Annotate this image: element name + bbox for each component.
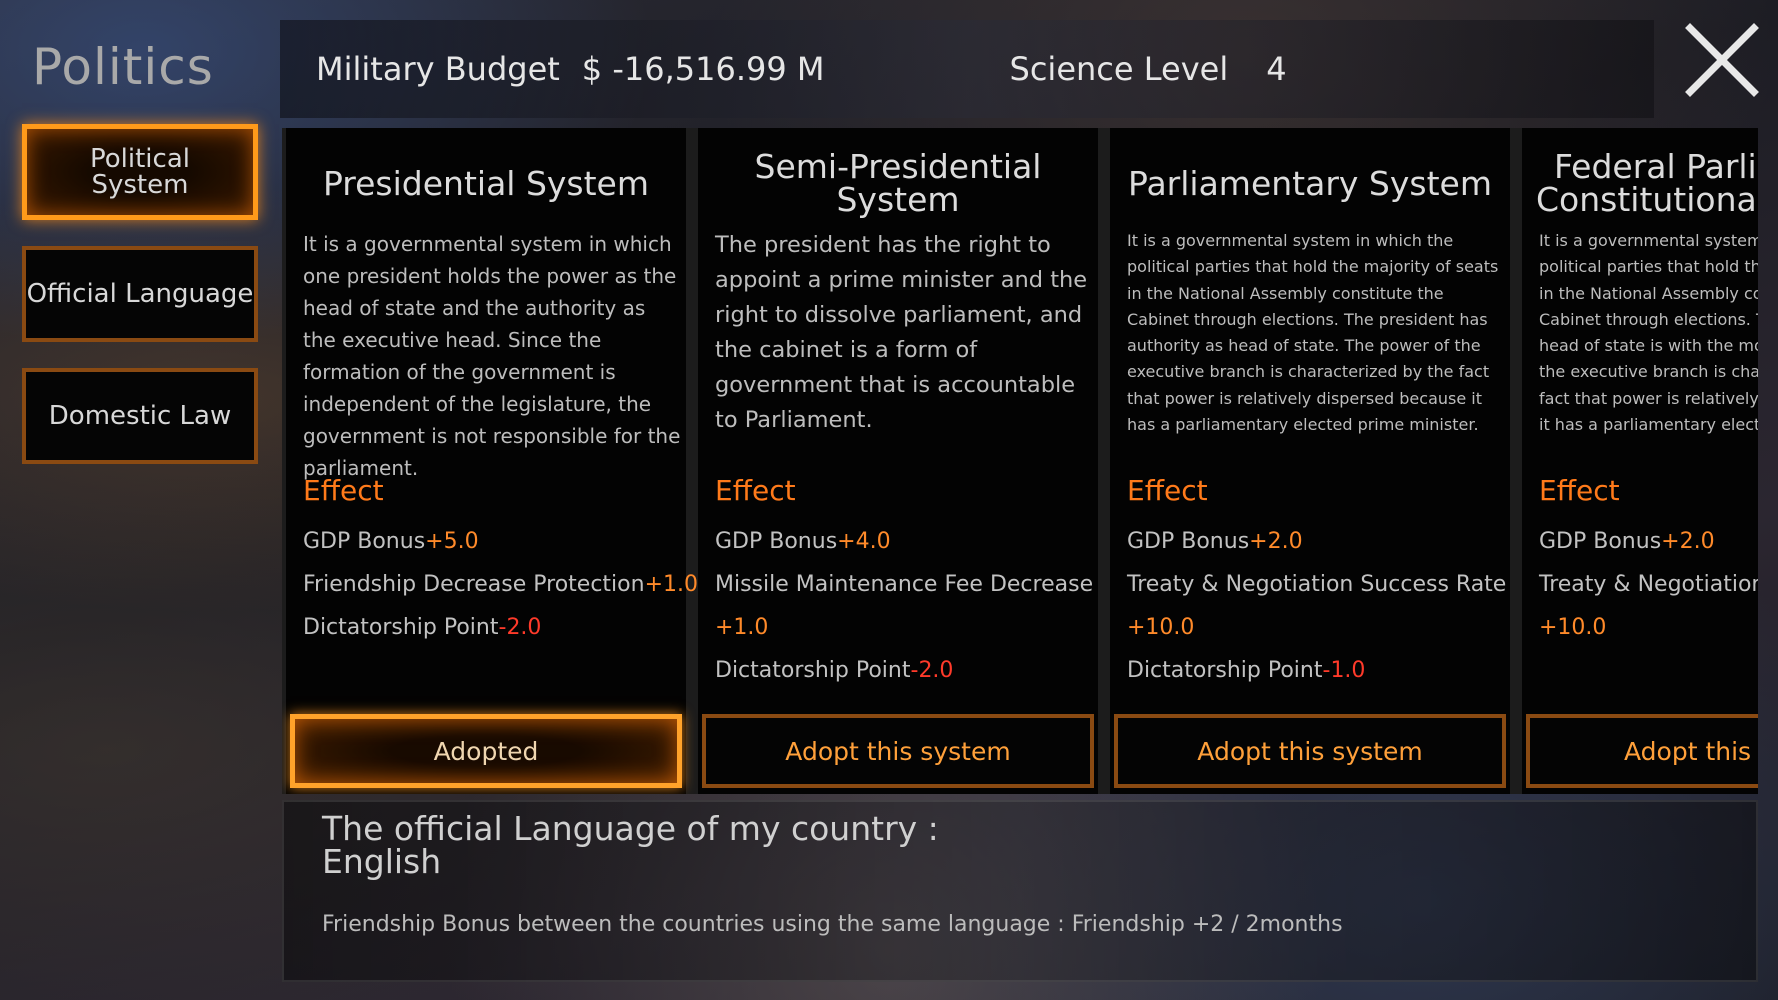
effect-line: GDP Bonus+2.0 (1127, 529, 1303, 554)
effect-list: GDP Bonus+4.0 Missile Maintenance Fee De… (715, 520, 1105, 692)
military-budget-value: $ -16,516.99 M (581, 50, 825, 88)
effect-line: GDP Bonus+4.0 (715, 529, 891, 554)
sidebar-item-official-language[interactable]: Official Language (22, 246, 258, 342)
card-federal-parliamentary-system: Federal Parlia Constitutional It is a go… (1522, 128, 1758, 794)
effect-line: +10.0 (1539, 615, 1607, 640)
adopt-system-button[interactable]: Adopt this system (702, 714, 1094, 788)
science-level-label: Science Level (1009, 50, 1229, 88)
card-description: It is a governmental system in which the… (1127, 231, 1499, 435)
card-title: Presidential System (322, 163, 650, 203)
adopt-system-button[interactable]: Adopt this sy (1526, 714, 1758, 788)
sidebar-item-label: Official Language (26, 279, 254, 309)
effect-line: Dictatorship Point-1.0 (1127, 658, 1366, 683)
sidebar-item-political-system[interactable]: Political System (22, 124, 258, 220)
page-title: Politics (32, 38, 214, 96)
effect-heading: Effect (1127, 474, 1208, 507)
card-title: Parliamentary System (1128, 163, 1492, 203)
effect-heading: Effect (1539, 474, 1620, 507)
military-budget-label: Military Budget (316, 50, 560, 88)
sidebar-item-domestic-law[interactable]: Domestic Law (22, 368, 258, 464)
card-title: Federal Parlia Constitutional (1536, 147, 1758, 219)
close-button[interactable] (1682, 20, 1762, 100)
card-semi-presidential-system: Semi-Presidential System The president h… (698, 128, 1098, 794)
card-description: The president has the right to appoint a… (715, 232, 1088, 433)
card-parliamentary-system: Parliamentary System It is a governmenta… (1110, 128, 1510, 794)
science-level-value: 4 (1266, 50, 1287, 88)
effect-line: Missile Maintenance Fee Decrease (715, 572, 1094, 597)
effect-line: Dictatorship Point-2.0 (303, 615, 542, 640)
language-bonus-text: Friendship Bonus between the countries u… (322, 912, 1343, 937)
card-presidential-system: Presidential System It is a governmental… (286, 128, 698, 794)
sidebar-item-label: Political System (90, 144, 190, 200)
effect-line: Dictatorship Point-2.0 (715, 658, 954, 683)
official-language-panel: The official Language of my country : En… (282, 800, 1758, 982)
resource-header: Military Budget $ -16,516.99 M Science L… (280, 20, 1654, 118)
close-icon (1685, 23, 1759, 97)
effect-list: GDP Bonus+2.0 Treaty & Negotiation +10.0 (1539, 520, 1758, 649)
effect-heading: Effect (715, 474, 796, 507)
effect-heading: Effect (303, 474, 384, 507)
official-language-title: The official Language of my country : En… (322, 809, 939, 881)
effect-list: GDP Bonus+2.0 Treaty & Negotiation Succe… (1127, 520, 1517, 692)
adopted-button[interactable]: Adopted (290, 714, 682, 788)
card-title: Semi-Presidential System (754, 147, 1042, 219)
effect-line: Friendship Decrease Protection+1.0 (303, 572, 698, 597)
effect-line: +1.0 (715, 615, 769, 640)
adopt-system-button[interactable]: Adopt this system (1114, 714, 1506, 788)
card-description: It is a governmental system in which one… (303, 232, 681, 480)
effect-line: +10.0 (1127, 615, 1195, 640)
effect-line: Treaty & Negotiation (1539, 572, 1758, 597)
sidebar-item-label: Domestic Law (48, 401, 232, 431)
effect-list: GDP Bonus+5.0 Friendship Decrease Protec… (303, 520, 698, 649)
effect-line: Treaty & Negotiation Success Rate (1127, 572, 1507, 597)
effect-line: GDP Bonus+2.0 (1539, 529, 1715, 554)
political-system-cards: Presidential System It is a governmental… (282, 128, 1758, 794)
effect-line: GDP Bonus+5.0 (303, 529, 479, 554)
card-description: It is a governmental system i political … (1539, 231, 1758, 435)
